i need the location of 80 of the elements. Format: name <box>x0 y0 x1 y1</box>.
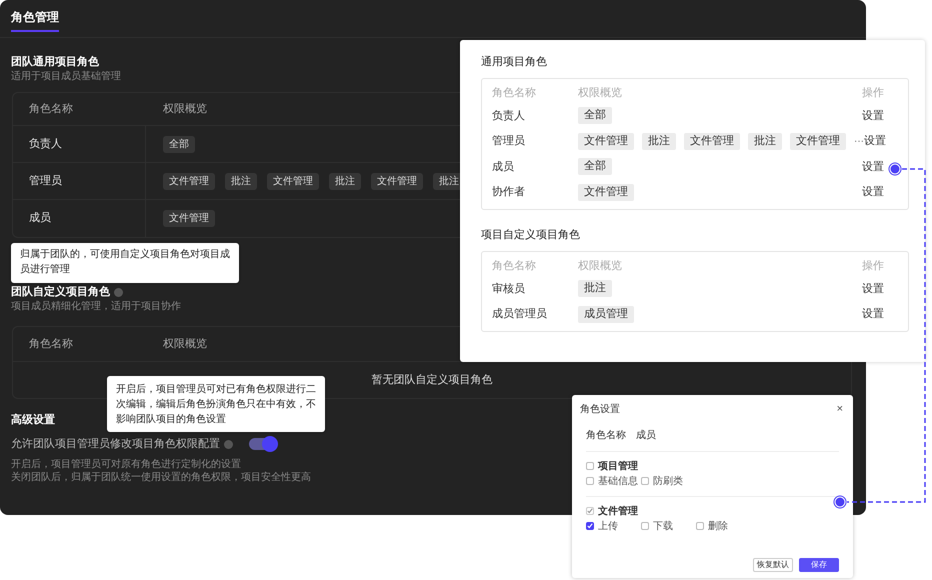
column-header: 角色名称 <box>28 336 73 352</box>
column-header: 角色名称 <box>492 258 536 274</box>
tab[interactable]: 角色管理 <box>11 0 59 32</box>
checkbox-label: 删除 <box>708 520 728 534</box>
info-icon[interactable] <box>114 288 123 296</box>
column-header: 权限概览 <box>163 336 207 352</box>
permission-tag: 文件管理 <box>578 184 634 201</box>
checkbox[interactable] <box>586 507 594 515</box>
more-indicator: ··· <box>854 134 864 149</box>
checkbox-label: 基础信息 <box>598 474 638 488</box>
checkbox[interactable] <box>586 462 594 470</box>
permission-tag: 全部 <box>578 107 612 124</box>
column-header: 角色名称 <box>28 102 73 117</box>
table-cell-text: 负责人 <box>492 108 525 124</box>
section-title: 通用项目角色 <box>481 54 547 70</box>
tooltip: 开启后，项目管理员可对已有角色权限进行二次编辑，编辑后角色扮演角色只在中有效，不影响团队项目的角色设置 <box>107 376 325 432</box>
section-title: 团队自定义项目角色 <box>11 284 110 300</box>
checkbox-label: 上传 <box>598 520 618 534</box>
permission-tag: 文件管理 <box>163 172 215 190</box>
permission-tag: 批注 <box>329 172 361 190</box>
section-subtitle: 适用于项目成员基础管理 <box>11 70 121 84</box>
section-subtitle: 项目成员精细化管理，适用于项目协作 <box>11 300 181 314</box>
checkbox-label: 文件管理 <box>598 504 638 518</box>
permission-tag: 文件管理 <box>371 172 423 190</box>
settings-link[interactable]: 设置 <box>862 306 884 322</box>
reset-button[interactable]: 恢复默认 <box>753 558 793 572</box>
permission-tag: 文件管理 <box>267 172 319 190</box>
table-cell-text: 成员 <box>492 160 514 174</box>
section-title: 高级设置 <box>11 412 55 428</box>
settings-link[interactable]: 设置 <box>862 108 884 124</box>
toggle-label: 允许团队项目管理员修改项目角色权限配置 <box>11 436 220 452</box>
column-header: 权限概览 <box>163 102 207 117</box>
checkbox[interactable] <box>641 477 649 485</box>
close-button[interactable]: × <box>836 404 843 414</box>
table-cell: 成员 <box>13 200 146 237</box>
permission-tag: 全部 <box>578 158 612 176</box>
tooltip: 归属于团队的，可使用自定义项目角色对项目成员进行管理 <box>11 243 239 283</box>
column-header: 操作 <box>862 258 884 274</box>
permission-tag: 文件管理 <box>684 132 740 150</box>
column-header: 操作 <box>862 86 884 101</box>
table-cell-text: 协作者 <box>492 185 525 200</box>
info-icon[interactable] <box>224 440 233 448</box>
permission-tag: 批注 <box>225 172 257 190</box>
help-text: 关闭团队后，归属于团队统一使用设置的角色权限，项目安全性更高 <box>11 471 311 484</box>
permission-tag: 批注 <box>748 132 782 150</box>
help-text: 开启后，项目管理员可对原有角色进行定制化的设置 <box>11 458 241 471</box>
column-header: 权限概览 <box>578 258 622 274</box>
settings-link[interactable]: 设置 <box>862 158 884 175</box>
checkbox-label: 项目管理 <box>598 460 638 474</box>
section-title: 项目自定义项目角色 <box>481 228 580 243</box>
column-header: 角色名称 <box>492 86 536 101</box>
field-label: 角色名称 <box>586 430 626 442</box>
dialog-title: 角色设置 <box>580 402 620 416</box>
permission-tag: 文件管理 <box>790 132 846 150</box>
permission-tag: 文件管理 <box>163 210 215 227</box>
permission-tag: 文件管理 <box>578 132 634 150</box>
table-cell: 管理员 <box>13 163 146 199</box>
toggle-switch[interactable] <box>249 438 277 450</box>
field-value: 成员 <box>636 430 656 442</box>
checkbox[interactable] <box>696 522 704 530</box>
checkbox[interactable] <box>586 477 594 485</box>
table-cell-text: 管理员 <box>492 134 525 149</box>
checkbox[interactable] <box>641 522 649 530</box>
permission-tag: 成员管理 <box>578 306 634 323</box>
permission-tag: 全部 <box>163 136 195 152</box>
checkbox[interactable] <box>586 522 594 530</box>
settings-link[interactable]: 设置 <box>862 184 884 200</box>
table-cell-text: 成员管理员 <box>492 307 547 322</box>
checkbox-label: 下载 <box>653 520 673 534</box>
checkbox-label: 防刷类 <box>653 474 683 488</box>
table-cell-text: 审核员 <box>492 282 525 296</box>
save-button[interactable]: 保存 <box>799 558 839 572</box>
table-cell: 负责人 <box>13 126 146 162</box>
empty-state-text: 暂无团队自定义项目角色 <box>372 372 492 388</box>
permission-tag: 批注 <box>578 280 612 298</box>
column-header: 权限概览 <box>578 86 622 101</box>
permission-tag: 批注 <box>642 132 676 150</box>
settings-link[interactable]: 设置 <box>864 133 886 150</box>
section-title: 团队通用项目角色 <box>11 54 99 70</box>
settings-link[interactable]: 设置 <box>862 280 884 297</box>
